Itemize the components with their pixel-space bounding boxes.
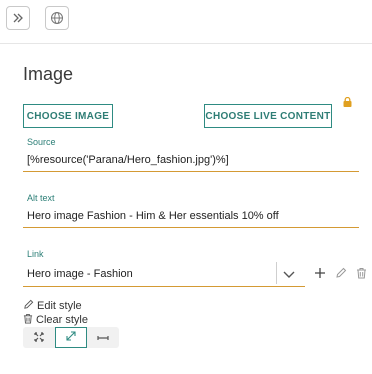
trash-icon[interactable] bbox=[356, 266, 367, 284]
chevron-down-icon[interactable] bbox=[282, 267, 296, 285]
size-option-stretch[interactable] bbox=[55, 327, 87, 348]
globe-icon bbox=[50, 11, 64, 25]
lock-icon[interactable] bbox=[343, 94, 352, 112]
chevron-double-right-icon bbox=[12, 12, 24, 24]
clear-style-link[interactable]: Clear style bbox=[23, 313, 88, 327]
pencil-icon bbox=[23, 299, 34, 313]
choose-live-content-button[interactable]: CHOOSE LIVE CONTENT bbox=[204, 104, 332, 128]
image-size-toggle bbox=[23, 327, 119, 348]
link-label: Link bbox=[27, 249, 44, 259]
source-input[interactable]: [%resource('Parana/Hero_fashion.jpg')%] bbox=[27, 154, 229, 166]
size-option-fit[interactable] bbox=[23, 327, 55, 348]
add-icon[interactable] bbox=[314, 266, 326, 284]
panel-title: Image bbox=[23, 64, 74, 84]
top-toolbar bbox=[0, 0, 372, 44]
language-button[interactable] bbox=[45, 6, 69, 30]
edit-style-label: Edit style bbox=[37, 300, 82, 312]
stretch-icon bbox=[65, 329, 77, 347]
alt-text-label: Alt text bbox=[27, 193, 55, 203]
trash-icon bbox=[23, 313, 33, 327]
horizontal-icon bbox=[97, 329, 109, 347]
size-option-horizontal[interactable] bbox=[87, 327, 119, 348]
clear-style-label: Clear style bbox=[36, 314, 88, 326]
select-separator bbox=[276, 262, 277, 284]
edit-pencil-icon[interactable] bbox=[335, 266, 347, 284]
fit-icon bbox=[34, 329, 44, 347]
alt-text-underline bbox=[23, 227, 359, 228]
alt-text-input[interactable]: Hero image Fashion - Him & Her essential… bbox=[27, 210, 279, 222]
edit-style-link[interactable]: Edit style bbox=[23, 299, 82, 313]
choose-image-button[interactable]: CHOOSE IMAGE bbox=[23, 104, 113, 128]
link-select-value: Hero image - Fashion bbox=[27, 268, 133, 280]
expand-panel-button[interactable] bbox=[6, 6, 30, 30]
source-label: Source bbox=[27, 137, 56, 147]
source-underline bbox=[23, 171, 359, 172]
